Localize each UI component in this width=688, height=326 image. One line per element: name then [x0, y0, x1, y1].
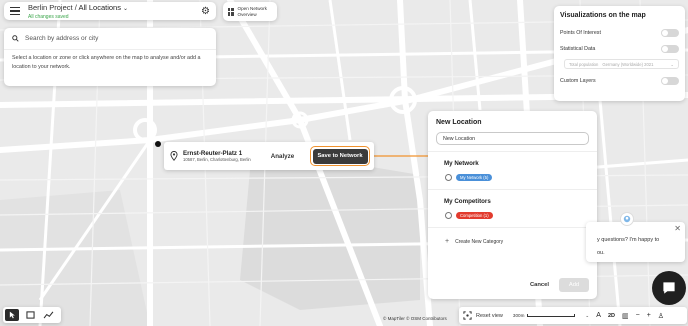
cancel-button[interactable]: Cancel [530, 282, 549, 288]
chat-launcher-button[interactable] [652, 271, 686, 305]
location-popup: Ernst-Reuter-Platz 1 10587, Berlin, Char… [164, 142, 374, 170]
scale-bar [527, 314, 576, 317]
location-info: Ernst-Reuter-Platz 1 10587, Berlin, Char… [183, 150, 251, 162]
map-style-icon[interactable]: ▥ [622, 312, 629, 320]
visualizations-panel: Visualizations on the map Points Of Inte… [554, 6, 685, 101]
hamburger-menu-icon[interactable] [10, 7, 20, 15]
street-view-person-icon[interactable]: ♙ [658, 312, 664, 320]
rectangle-icon [25, 311, 35, 319]
viz-label: Points Of Interest [560, 30, 601, 36]
line-tool-button[interactable] [41, 309, 55, 321]
statistic-select[interactable]: Total population Germany (Worldwide) 202… [564, 59, 679, 69]
points-of-interest-toggle[interactable] [661, 29, 679, 37]
scale-label: 300m [512, 313, 525, 318]
competition-radio[interactable] [445, 212, 452, 219]
polyline-icon [43, 311, 53, 319]
chat-line: ou. [597, 250, 605, 256]
save-status: All changes saved [28, 13, 69, 20]
reset-view-label: Reset view [476, 312, 503, 319]
reset-view-icon [463, 311, 472, 320]
custom-layers-toggle[interactable] [661, 77, 679, 85]
competition-badge: Competition (1) [456, 212, 493, 219]
search-input[interactable] [25, 35, 205, 42]
open-network-overview-button[interactable]: Open Network Overview [223, 2, 277, 21]
search-panel: Select a location or zone or click anywh… [4, 28, 216, 86]
divider [428, 189, 597, 190]
chat-message-bubble: ✕ y questions? I'm happy to ou. [586, 222, 685, 262]
viz-row-custom-layers: Custom Layers [560, 73, 679, 89]
location-name: Ernst-Reuter-Platz 1 [183, 150, 243, 157]
map-scale: 300m ⌄ [513, 313, 589, 319]
drawing-tools [3, 307, 61, 323]
location-pin-icon [170, 151, 178, 161]
statistic-select-value: Total population [569, 61, 599, 67]
divider [428, 151, 597, 152]
save-to-network-button[interactable]: Save to Network [312, 148, 368, 164]
my-network-badge: My Network (5) [456, 174, 493, 181]
select-tool-button[interactable] [5, 309, 19, 321]
dialog-title: New Location [436, 119, 482, 126]
close-icon[interactable]: ✕ [674, 224, 681, 233]
viz-row-points-of-interest: Points Of Interest [560, 25, 679, 41]
rectangle-tool-button[interactable] [23, 309, 37, 321]
chevron-down-icon: ⌄ [585, 312, 590, 318]
chat-avatar-icon [620, 212, 634, 226]
dialog-footer: Cancel Add [530, 278, 589, 292]
section-title-my-competitors: My Competitors [444, 198, 491, 205]
section-title-my-network: My Network [444, 160, 479, 167]
reset-view-button[interactable]: Reset view [463, 311, 503, 320]
gear-icon[interactable]: ⚙ [201, 6, 210, 17]
my-network-radio[interactable] [445, 174, 452, 181]
viz-label: Statistical Data [560, 46, 596, 52]
grid-icon [228, 7, 234, 16]
view-name: All Locations [78, 2, 121, 12]
project-header: Berlin Project / All Locations ⌄ All chan… [4, 2, 216, 20]
statistical-data-toggle[interactable] [661, 45, 679, 53]
overview-label: Open Network Overview [237, 6, 267, 17]
chevron-down-icon[interactable]: ⌄ [123, 6, 128, 12]
create-category-label: Create New Category [455, 238, 504, 245]
search-icon [12, 35, 19, 42]
add-button[interactable]: Add [559, 278, 589, 292]
save-to-network-outline: Save to Network [310, 146, 370, 166]
chat-line: y questions? I'm happy to [597, 237, 660, 243]
project-name: Berlin Project [28, 2, 73, 12]
chevron-down-icon: ⌄ [670, 61, 674, 67]
zoom-in-button[interactable]: + [647, 312, 651, 319]
location-address: 10587, Berlin, Charlottenburg, Berlin [183, 157, 251, 162]
visualizations-title: Visualizations on the map [560, 12, 646, 19]
cursor-icon [9, 311, 15, 319]
analyze-button[interactable]: Analyze [271, 153, 294, 160]
search-row [4, 28, 216, 50]
location-name-field[interactable] [436, 132, 589, 145]
map-controls: Reset view 300m ⌄ A 2D ▥ − + ♙ [459, 307, 687, 324]
text-label-icon[interactable]: A [596, 312, 601, 319]
viz-label: Custom Layers [560, 78, 596, 84]
my-network-option[interactable]: My Network (5) [445, 174, 589, 181]
chat-message: y questions? I'm happy to ou. [597, 234, 677, 260]
competition-option[interactable]: Competition (1) [445, 212, 589, 219]
plus-icon: + [445, 238, 450, 245]
create-new-category-button[interactable]: + Create New Category [445, 238, 589, 245]
statistic-select-sub: Germany (Worldwide) 2021 [602, 61, 654, 67]
viz-row-statistical-data: Statistical Data [560, 41, 679, 57]
zoom-out-button[interactable]: − [636, 312, 640, 319]
map-attribution: © MapTiler © OSM Contributors [383, 316, 447, 321]
divider [428, 227, 597, 228]
search-help-text: Select a location or zone or click anywh… [12, 55, 201, 70]
2d-toggle-button[interactable]: 2D [608, 313, 615, 319]
new-location-dialog: New Location My Network My Network (5) M… [428, 111, 597, 299]
chat-icon [663, 282, 675, 294]
project-title-block[interactable]: Berlin Project / All Locations ⌄ All chan… [28, 3, 128, 20]
